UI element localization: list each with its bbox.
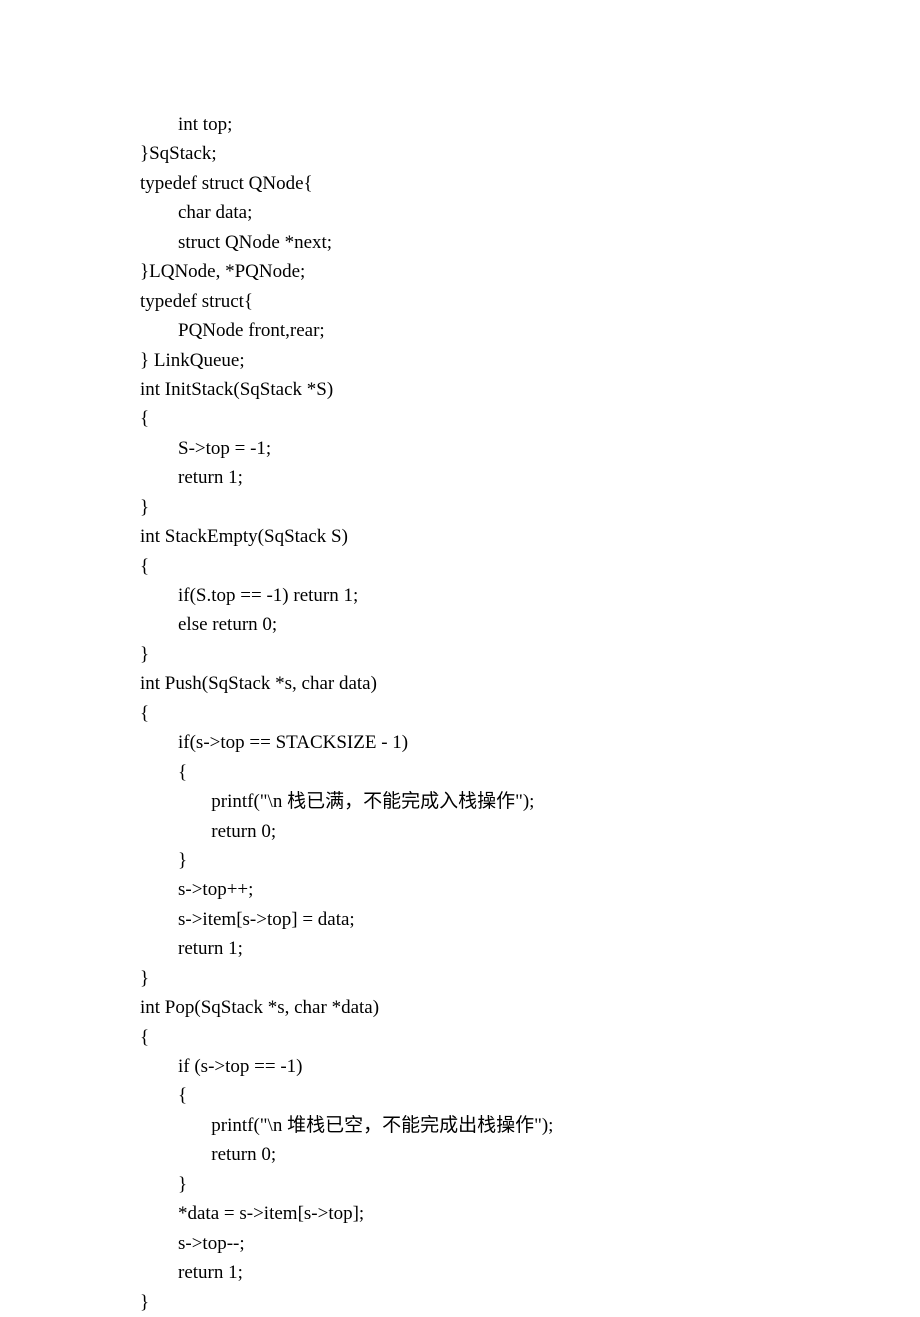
- code-line: s->top--;: [140, 1229, 780, 1258]
- code-line: {: [140, 1081, 780, 1110]
- code-line: {: [140, 699, 780, 728]
- code-line: return 0;: [140, 817, 780, 846]
- code-line: int Push(SqStack *s, char data): [140, 669, 780, 698]
- code-line: {: [140, 552, 780, 581]
- code-line: printf("\n 堆栈已空，不能完成出栈操作");: [140, 1111, 780, 1140]
- code-line: s->item[s->top] = data;: [140, 905, 780, 934]
- code-line: *data = s->item[s->top];: [140, 1199, 780, 1228]
- code-line: }: [140, 640, 780, 669]
- code-line: }: [140, 1288, 780, 1317]
- code-line: }: [140, 846, 780, 875]
- code-line: int InitStack(SqStack *S): [140, 375, 780, 404]
- code-line: int StackEmpty(SqStack S): [140, 522, 780, 551]
- code-line: int top;: [140, 110, 780, 139]
- code-line: if(s->top == STACKSIZE - 1): [140, 728, 780, 757]
- document-page: int top; }SqStack; typedef struct QNode{…: [0, 0, 920, 1317]
- code-line: {: [140, 1023, 780, 1052]
- code-line: } LinkQueue;: [140, 346, 780, 375]
- code-line: {: [140, 758, 780, 787]
- code-line: s->top++;: [140, 875, 780, 904]
- code-line: char data;: [140, 198, 780, 227]
- code-line: else return 0;: [140, 610, 780, 639]
- code-line: }SqStack;: [140, 139, 780, 168]
- code-line: printf("\n 栈已满，不能完成入栈操作");: [140, 787, 780, 816]
- code-line: return 0;: [140, 1140, 780, 1169]
- code-line: {: [140, 404, 780, 433]
- code-line: typedef struct{: [140, 287, 780, 316]
- code-line: return 1;: [140, 934, 780, 963]
- code-line: if (s->top == -1): [140, 1052, 780, 1081]
- code-line: }LQNode, *PQNode;: [140, 257, 780, 286]
- code-line: struct QNode *next;: [140, 228, 780, 257]
- code-line: return 1;: [140, 463, 780, 492]
- code-line: }: [140, 964, 780, 993]
- code-line: PQNode front,rear;: [140, 316, 780, 345]
- code-line: S->top = -1;: [140, 434, 780, 463]
- code-line: }: [140, 493, 780, 522]
- code-line: int Pop(SqStack *s, char *data): [140, 993, 780, 1022]
- code-line: if(S.top == -1) return 1;: [140, 581, 780, 610]
- code-line: return 1;: [140, 1258, 780, 1287]
- code-line: }: [140, 1170, 780, 1199]
- code-line: typedef struct QNode{: [140, 169, 780, 198]
